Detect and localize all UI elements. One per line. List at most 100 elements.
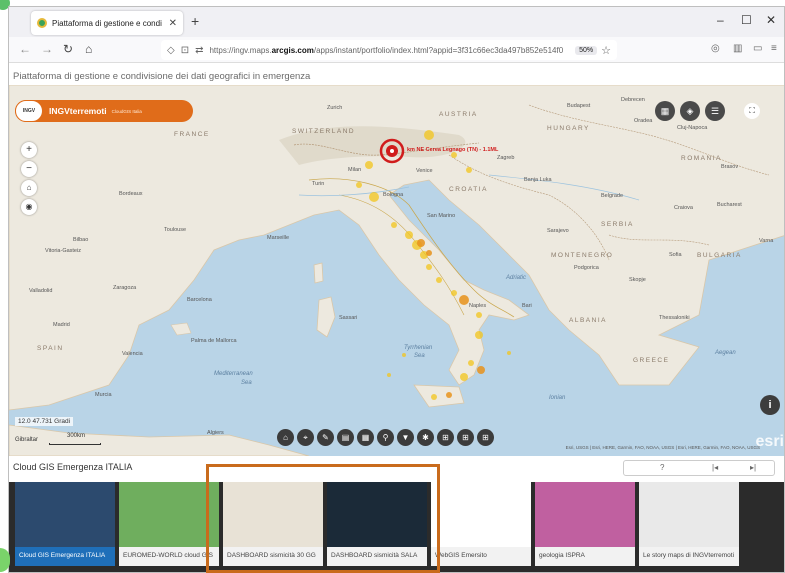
basemap: [9, 85, 784, 456]
gallery-header: Cloud GIS Emergenza ITALIA ? |◂ ▸|: [9, 456, 784, 482]
forward-arrow-icon[interactable]: →: [41, 42, 53, 56]
earthquake-label: km NE Cerea Legnago (TN) - 1.1ML: [407, 147, 499, 153]
help-icon[interactable]: ?: [660, 463, 664, 472]
map-label: Budapest: [567, 103, 591, 109]
browser-window: Piattaforma di gestione e condi ✕ + – ☐ …: [8, 6, 785, 573]
map-label: ALBANIA: [569, 317, 607, 324]
locate-button[interactable]: ◉: [21, 199, 37, 215]
map-label: Toulouse: [164, 227, 187, 233]
gallery-card[interactable]: Cloud GIS Emergenza ITALIA: [15, 482, 115, 566]
new-tab-button[interactable]: +: [191, 13, 199, 29]
map-label: Palma de Mallorca: [191, 338, 237, 344]
map-label: Bari: [522, 303, 532, 309]
close-icon[interactable]: ✕: [169, 18, 177, 29]
map-view[interactable]: FRANCE AUSTRIA HUNGARY SWITZERLAND CROATIA RO…: [9, 85, 784, 456]
gallery-card[interactable]: WebGIS Emersito: [431, 482, 531, 566]
map-label: SWITZERLAND: [292, 128, 356, 135]
sketch-tool-icon[interactable]: ✱: [417, 429, 434, 446]
map-label: SERBIA: [601, 221, 634, 228]
address-bar[interactable]: ◇ ⊡ ⇄ https://ingv.maps.arcgis.com/apps/…: [161, 40, 617, 60]
map-label: Belgrade: [601, 193, 624, 199]
page-title: Piattaforma di gestione e condivisione d…: [13, 71, 311, 82]
map-label: Craiova: [674, 205, 693, 211]
menu-icon[interactable]: ≡: [771, 43, 777, 54]
search-tool-icon[interactable]: ⚲: [377, 429, 394, 446]
permissions-icon: ⇄: [195, 44, 204, 56]
info-icon[interactable]: i: [760, 395, 780, 415]
map-label: Bilbao: [73, 237, 89, 243]
map-label: Podgorica: [574, 265, 599, 271]
gallery-card[interactable]: Le story maps di INGVterremoti: [639, 482, 739, 566]
map-label: Aegean: [715, 350, 736, 356]
map-label: Sea: [414, 353, 425, 359]
reload-icon[interactable]: ↻: [63, 42, 73, 56]
zoom-out-button[interactable]: −: [21, 161, 37, 177]
layers-button[interactable]: ◈: [680, 101, 700, 121]
bookmark-star-icon[interactable]: ☆: [601, 44, 611, 57]
map-label: AUSTRIA: [439, 111, 478, 118]
zoom-level[interactable]: 50%: [575, 45, 598, 55]
fullscreen-icon[interactable]: ⛶: [744, 103, 760, 119]
browser-tab[interactable]: Piattaforma di gestione e condi ✕: [31, 11, 183, 35]
maximize-button[interactable]: ☐: [741, 13, 752, 27]
map-label: Mediterranean: [214, 371, 253, 377]
minimize-button[interactable]: –: [717, 13, 724, 27]
map-label: Valencia: [122, 351, 143, 357]
card-thumbnail: [639, 482, 739, 547]
share-tool-icon[interactable]: ⊞: [437, 429, 454, 446]
card-label: EUROMED-WORLD cloud GIS: [119, 547, 219, 566]
gallery-card[interactable]: EUROMED-WORLD cloud GIS: [119, 482, 219, 566]
card-label: WebGIS Emersito: [431, 547, 531, 566]
map-label: Thessaloniki: [659, 315, 690, 321]
card-label: Cloud GIS Emergenza ITALIA: [15, 547, 115, 566]
draw-tool-icon[interactable]: ✎: [317, 429, 334, 446]
home-icon[interactable]: ⌂: [85, 42, 92, 56]
app-gallery: Cloud GIS Emergenza ITALIA EUROMED-WORLD …: [9, 482, 784, 572]
first-page-button[interactable]: |◂: [712, 463, 718, 472]
map-label: Sassari: [339, 315, 358, 321]
shield-icon: ◇: [167, 44, 175, 56]
map-label: Bologna: [383, 192, 404, 198]
map-label: Naples: [469, 303, 487, 309]
print-tool-icon[interactable]: ⌂: [277, 429, 294, 446]
map-label: San Marino: [427, 213, 456, 219]
basemap-gallery-button[interactable]: ▦: [655, 101, 675, 121]
card-thumbnail: [431, 482, 531, 547]
map-label: Debrecen: [621, 97, 645, 103]
map-label: Sea: [241, 380, 252, 386]
gallery-title: Cloud GIS Emergenza ITALIA: [13, 462, 133, 472]
zoom-in-button[interactable]: +: [21, 142, 37, 158]
export-tool-icon[interactable]: ⊞: [457, 429, 474, 446]
map-label: Barcelona: [187, 297, 212, 303]
legend-button[interactable]: ☰: [705, 101, 725, 121]
map-label: Milan: [348, 167, 362, 173]
map-label: Banja Luka: [524, 177, 552, 183]
card-thumbnail: [535, 482, 635, 547]
card-label: Le story maps di INGVterremoti: [639, 547, 739, 566]
map-label: BULGARIA: [697, 252, 742, 259]
measure-tool-icon[interactable]: ▤: [337, 429, 354, 446]
gallery-card[interactable]: DASHBOARD sismicità 30 GG: [223, 482, 323, 566]
back-arrow-icon[interactable]: ←: [19, 42, 31, 56]
home-extent-button[interactable]: ⌂: [21, 180, 37, 196]
map-label: ROMANIA: [681, 155, 722, 162]
next-page-button[interactable]: ▸|: [750, 463, 756, 472]
bookmark-tool-icon[interactable]: ⌖: [297, 429, 314, 446]
map-label: Valladolid: [29, 288, 53, 294]
card-label: geologia ISPRA: [535, 547, 635, 566]
gallery-card[interactable]: DASHBOARD sismicità SALA: [327, 482, 427, 566]
pocket-icon[interactable]: ◎: [711, 43, 720, 54]
gallery-pager: ? |◂ ▸|: [623, 460, 775, 476]
filter-tool-icon[interactable]: ▼: [397, 429, 414, 446]
logo-subtitle: CloudGIS Italia: [111, 108, 142, 114]
card-label: DASHBOARD sismicità SALA: [327, 547, 427, 566]
map-label: Zagreb: [497, 155, 515, 161]
gallery-card[interactable]: geologia ISPRA: [535, 482, 635, 566]
basemap-tool-icon[interactable]: ▦: [357, 429, 374, 446]
library-icon[interactable]: ▥: [733, 43, 742, 54]
sidebar-icon[interactable]: ▭: [753, 43, 762, 54]
url-text: https://ingv.maps.arcgis.com/apps/instan…: [209, 45, 564, 55]
close-window-button[interactable]: ✕: [766, 13, 776, 27]
layer-list-tool-icon[interactable]: ⊞: [477, 429, 494, 446]
map-label: Cluj-Napoca: [677, 125, 708, 131]
